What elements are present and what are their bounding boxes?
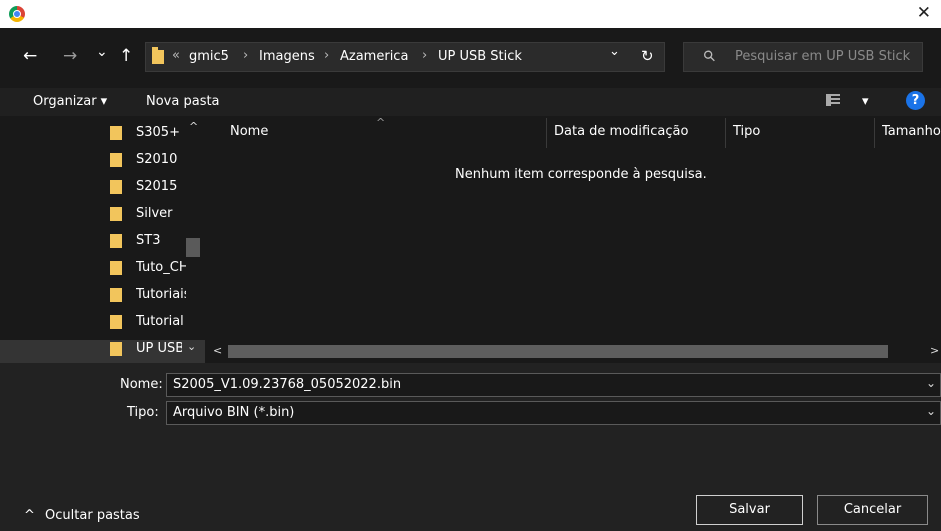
breadcrumb-azamerica[interactable]: Azamerica (340, 49, 408, 64)
folder-icon (110, 207, 122, 221)
horizontal-scrollbar-thumb[interactable] (228, 345, 888, 358)
file-list[interactable] (205, 118, 941, 343)
window-title: Salvar como (32, 5, 113, 20)
filetype-dropdown-icon[interactable]: ⌄ (926, 404, 936, 418)
breadcrumb-gmic5[interactable]: gmic5 (189, 49, 229, 64)
folder-icon (110, 261, 122, 275)
scroll-right-icon[interactable]: > (930, 344, 939, 357)
scroll-down-icon[interactable]: ⌄ (187, 340, 196, 353)
filename-input[interactable]: S2005_V1.09.23768_05052022.bin (166, 373, 941, 397)
breadcrumb-separator: › (243, 48, 249, 63)
new-folder-button[interactable]: Nova pasta (146, 94, 220, 109)
view-options-icon[interactable] (826, 94, 840, 106)
folder-icon (110, 126, 122, 140)
folder-icon (110, 288, 122, 302)
folder-icon (110, 153, 122, 167)
address-dropdown-icon[interactable]: ⌄ (609, 44, 620, 59)
search-placeholder: Pesquisar em UP USB Stick (735, 49, 911, 64)
column-divider[interactable] (725, 118, 726, 148)
nav-folder-label: Tutorial (136, 314, 184, 329)
column-header-type[interactable]: Tipo (733, 124, 760, 139)
command-bar (0, 88, 941, 116)
folder-icon (110, 180, 122, 194)
help-icon[interactable]: ? (906, 91, 925, 110)
hide-folders-toggle[interactable]: ^ Ocultar pastas (24, 508, 140, 523)
refresh-icon[interactable]: ↻ (641, 47, 654, 65)
column-header-name[interactable]: Nome (230, 124, 268, 139)
nav-folder-label: UP USB Stick (136, 341, 182, 356)
view-options-caret[interactable]: ▾ (862, 94, 869, 109)
column-header-size[interactable]: Tamanho (882, 124, 941, 139)
filetype-select[interactable]: Arquivo BIN (*.bin) (166, 401, 941, 425)
organize-button[interactable]: Organizar ▾ (33, 94, 107, 109)
chrome-icon (9, 6, 25, 22)
back-icon[interactable]: ← (23, 46, 37, 66)
folder-icon (152, 47, 164, 64)
scroll-left-icon[interactable]: < (213, 344, 222, 357)
filename-dropdown-icon[interactable]: ⌄ (926, 376, 936, 390)
column-divider[interactable] (874, 118, 875, 148)
hide-folders-label: Ocultar pastas (45, 508, 140, 523)
recent-locations-icon[interactable]: ⌄ (96, 44, 108, 60)
up-folder-icon[interactable]: ↑ (119, 46, 133, 66)
filename-label: Nome: (120, 377, 163, 392)
breadcrumb-imagens[interactable]: Imagens (259, 49, 315, 64)
breadcrumb-up-usb-stick[interactable]: UP USB Stick (438, 49, 522, 64)
chevron-up-icon: ^ (24, 508, 35, 523)
column-header-modified[interactable]: Data de modificação (554, 124, 688, 139)
title-bar (0, 0, 941, 28)
nav-folder-label: Tutoriais (136, 287, 186, 302)
empty-list-message: Nenhum item corresponde à pesquisa. (455, 167, 707, 182)
sort-indicator-icon: ^ (376, 116, 386, 129)
breadcrumb-separator: › (422, 48, 428, 63)
save-button[interactable]: Salvar (696, 495, 803, 525)
forward-icon[interactable]: → (63, 46, 77, 66)
folder-icon (110, 315, 122, 329)
column-divider[interactable] (546, 118, 547, 148)
close-icon[interactable]: ✕ (917, 3, 931, 23)
filetype-label: Tipo: (127, 405, 159, 420)
scroll-up-icon[interactable]: ^ (189, 120, 198, 133)
breadcrumb-overflow[interactable]: « (172, 48, 180, 63)
folder-icon (110, 342, 122, 356)
cancel-button[interactable]: Cancelar (817, 495, 928, 525)
folder-icon (110, 234, 122, 248)
nav-folder-label: Tuto_CH (136, 260, 186, 275)
breadcrumb-separator: › (324, 48, 330, 63)
nav-scrollbar-thumb[interactable] (186, 238, 200, 257)
